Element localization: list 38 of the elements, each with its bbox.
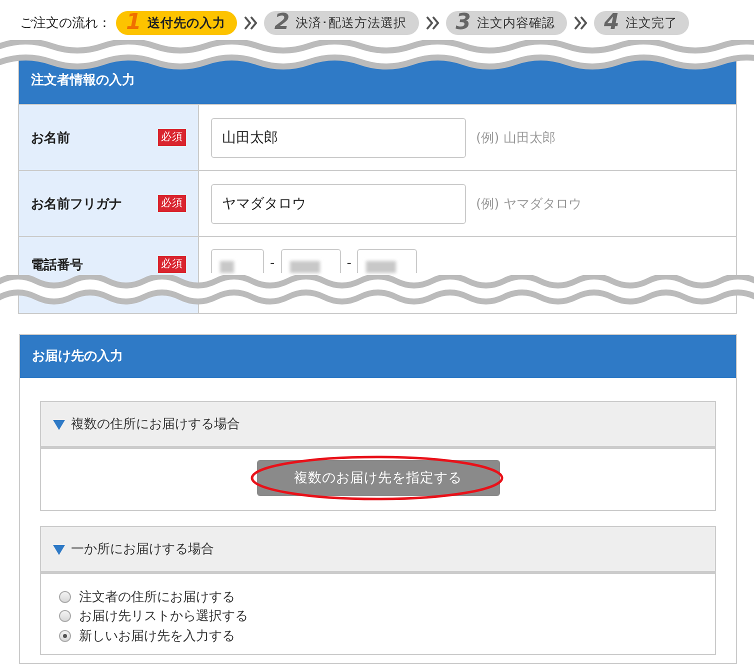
phone-field[interactable]	[211, 249, 264, 273]
text-field[interactable]: ヤマダタロウ	[211, 184, 466, 224]
double-chevron-icon	[426, 14, 439, 32]
text-field[interactable]: 山田太郎	[211, 118, 466, 158]
step-label: 決済･配送方法選択	[296, 14, 407, 32]
box-title: 一か所にお届けする場合	[71, 541, 214, 558]
step-label: 注文完了	[625, 14, 678, 32]
step-number: 1	[126, 11, 142, 35]
required-badge: 必須	[158, 195, 186, 212]
field-label: お名前	[31, 130, 70, 146]
radio-button[interactable]	[59, 590, 71, 603]
double-chevron-icon	[244, 14, 258, 32]
example-text: (例) 山田太郎	[476, 130, 556, 146]
field-label: 電話番号	[31, 257, 83, 274]
step-label: 注文内容確認	[476, 14, 555, 32]
separator-text: -	[270, 255, 275, 270]
step-number: 4	[604, 11, 620, 35]
step-number: 3	[456, 11, 471, 35]
step-label: 送付先の入力	[147, 14, 226, 32]
flow-label: ご注文の流れ：	[20, 15, 111, 32]
triangle-icon	[53, 544, 65, 554]
field-label: お名前フリガナ	[31, 196, 122, 212]
double-chevron-icon	[574, 14, 587, 32]
radio-button[interactable]	[59, 610, 71, 622]
phone-field[interactable]	[280, 249, 341, 273]
separator-text: -	[346, 255, 352, 270]
step-number: 2	[274, 11, 290, 35]
box-title: 複数の住所にお届けする場合	[71, 416, 240, 433]
radio-button[interactable]	[59, 630, 71, 642]
section-header: お届け先の入力	[20, 335, 736, 378]
radio-label: 注文者の住所にお届けする	[79, 588, 235, 606]
radio-label: 新しいお届け先を入力する	[79, 628, 235, 645]
radio-label: お届け先リストから選択する	[79, 608, 248, 626]
example-text: (例) ヤマダタロウ	[476, 196, 582, 212]
phone-field[interactable]	[357, 249, 418, 273]
triangle-icon	[53, 418, 65, 430]
required-badge: 必須	[158, 129, 186, 146]
required-badge: 必須	[158, 256, 186, 273]
